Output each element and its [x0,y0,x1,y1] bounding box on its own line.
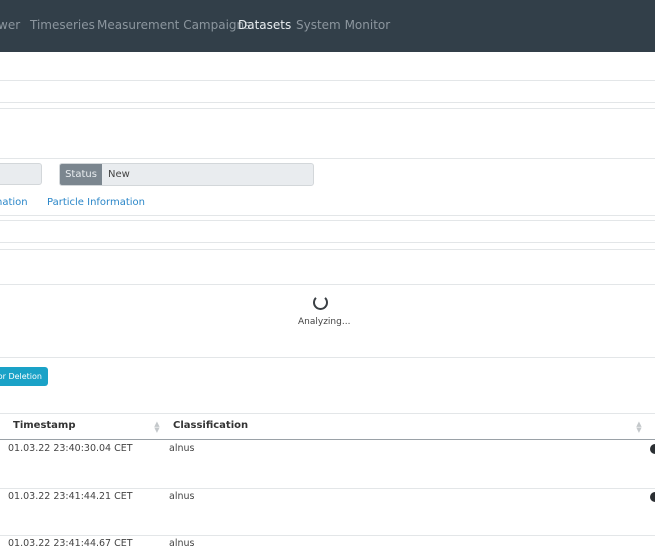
tab-particle-information[interactable]: Particle Information [47,197,145,208]
status-field: Status New [59,163,314,186]
status-label: Status [60,164,102,185]
divider [0,357,655,358]
cell-classification: alnus [169,538,195,549]
divider [0,284,655,285]
mark-for-deletion-button[interactable]: or Deletion [0,367,48,386]
cell-timestamp: 01.03.22 23:41:44.67 CET [8,538,133,549]
cell-classification: alnus [169,443,195,454]
nav-link-measurement-campaigns[interactable]: Measurement Campaigns [97,18,250,32]
sort-icon[interactable]: ▲ ▼ [636,421,642,434]
divider [0,102,655,103]
status-value: New [108,169,130,180]
column-header-timestamp[interactable]: Timestamp [13,420,76,431]
table-top-border [0,413,655,414]
divider [0,80,655,81]
analyzing-text: Analyzing... [298,317,351,327]
cell-classification: alnus [169,491,195,502]
column-header-classification[interactable]: Classification [173,420,248,431]
loading-spinner-icon [313,295,328,310]
tab-information[interactable]: nation [0,197,28,208]
nav-link-viewer[interactable]: wer [0,18,20,32]
divider [0,249,655,250]
nav-link-timeseries[interactable]: Timeseries [30,18,95,32]
cell-timestamp: 01.03.22 23:40:30.04 CET [8,443,133,454]
divider [0,158,655,159]
top-navbar: wer Timeseries Measurement Campaigns Dat… [0,0,655,52]
nav-link-system-monitor[interactable]: System Monitor [296,18,390,32]
table-header-border [0,439,655,440]
text-field[interactable] [0,163,42,185]
row-divider [0,488,655,489]
sort-icon[interactable]: ▲ ▼ [154,421,160,434]
divider [0,220,655,221]
cell-timestamp: 01.03.22 23:41:44.21 CET [8,491,133,502]
divider [0,215,655,216]
divider [0,242,655,243]
row-action-icon[interactable] [650,492,655,502]
divider [0,108,655,109]
row-action-icon[interactable] [650,444,655,454]
nav-link-datasets[interactable]: Datasets [238,18,291,32]
row-divider [0,535,655,536]
